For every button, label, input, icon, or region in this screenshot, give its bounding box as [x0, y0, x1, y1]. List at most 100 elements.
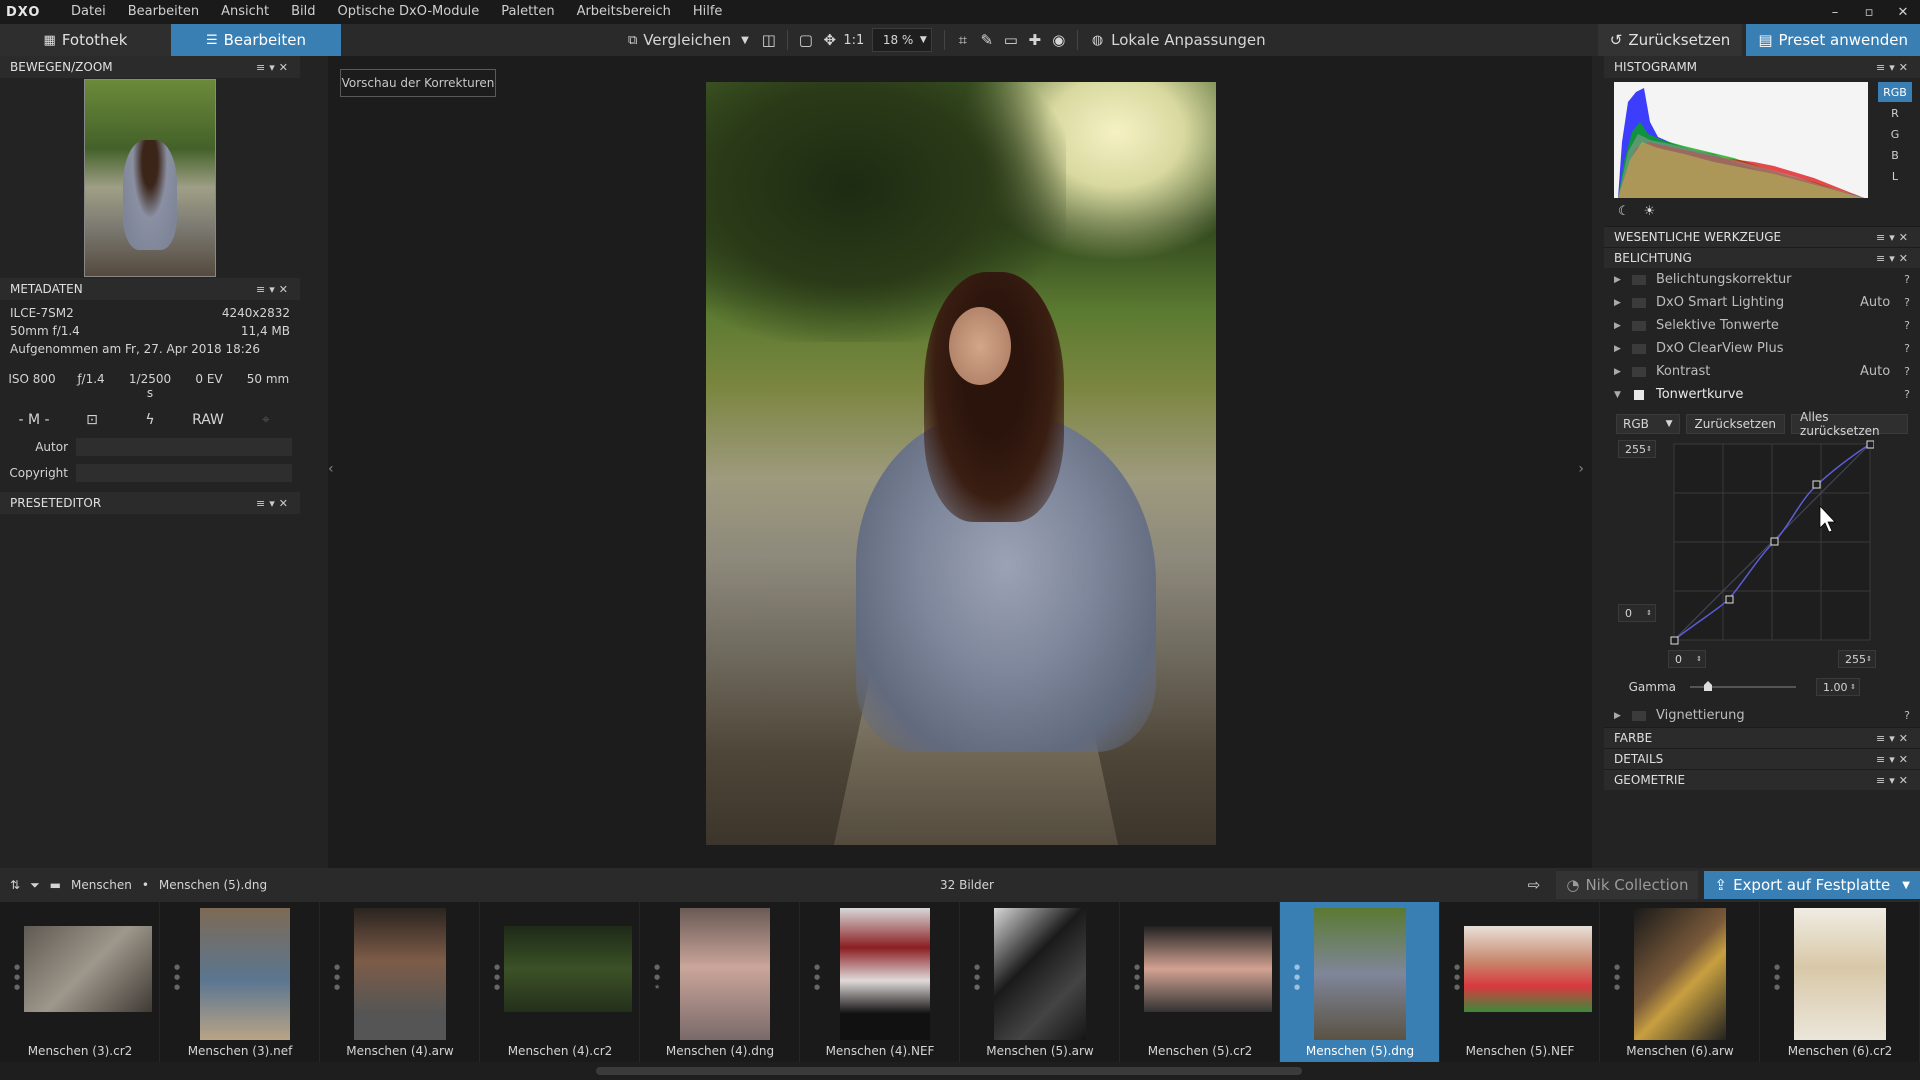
split-view-icon[interactable]: ◫	[757, 24, 781, 56]
tool-contrast[interactable]: ▶ Kontrast Auto ?	[1604, 360, 1920, 383]
channel-select[interactable]: RGB ▼	[1616, 414, 1680, 434]
panel-menu-icon[interactable]: ≡▾✕	[256, 283, 292, 296]
menu-arbeitsbereich[interactable]: Arbeitsbereich	[566, 0, 682, 24]
exposure-header[interactable]: BELICHTUNG ≡▾✕	[1604, 247, 1920, 268]
panel-menu-icon[interactable]: ≡▾✕	[1876, 774, 1912, 787]
export-button[interactable]: ⇪ Export auf Festplatte ▼	[1704, 871, 1920, 899]
curve-reset-all-button[interactable]: Alles zurücksetzen	[1791, 410, 1908, 438]
film-item[interactable]: ● ● ● Menschen (3).cr2	[0, 902, 160, 1062]
channel-r[interactable]: R	[1878, 103, 1912, 123]
scrollbar-thumb[interactable]	[596, 1067, 1302, 1075]
rating-dots[interactable]: ● ● ●	[1134, 962, 1140, 992]
menu-datei[interactable]: Datei	[60, 0, 117, 24]
expand-icon[interactable]: ▶	[1614, 344, 1628, 354]
expand-icon[interactable]: ▶	[1614, 321, 1628, 331]
panel-menu-icon[interactable]: ≡▾✕	[1876, 252, 1912, 265]
channel-b[interactable]: B	[1878, 145, 1912, 165]
help-icon[interactable]: ?	[1904, 319, 1910, 332]
filmstrip-scrollbar[interactable]	[0, 1062, 1920, 1080]
slider-knob[interactable]	[1704, 681, 1712, 691]
zoom-select[interactable]: 18 % ▼	[871, 28, 932, 52]
film-item[interactable]: ● ● ● Menschen (3).nef	[160, 902, 320, 1062]
channel-g[interactable]: G	[1878, 124, 1912, 144]
film-item[interactable]: ● ● ● Menschen (4).cr2	[480, 902, 640, 1062]
collapse-icon[interactable]: ▼	[1614, 390, 1628, 400]
expand-icon[interactable]: ▶	[1614, 711, 1628, 721]
output-min-spinner[interactable]: 0 ⇕	[1618, 604, 1656, 622]
panel-menu-icon[interactable]: ≡▾✕	[1876, 231, 1912, 244]
gamma-slider[interactable]	[1690, 681, 1796, 691]
rating-dots[interactable]: ● ● ●	[814, 962, 820, 992]
menu-bild[interactable]: Bild	[280, 0, 326, 24]
tool-tone-curve[interactable]: ▼ Tonwertkurve ?	[1604, 383, 1920, 406]
input-max-spinner[interactable]: 255 ⇕	[1838, 650, 1876, 668]
help-icon[interactable]: ?	[1904, 342, 1910, 355]
nik-collection-button[interactable]: ◔ Nik Collection	[1556, 871, 1699, 899]
fit-screen-icon[interactable]: ▢	[794, 24, 818, 56]
collapse-left-icon[interactable]: ‹	[328, 461, 334, 477]
film-item[interactable]: ● ● ● Menschen (5).NEF	[1440, 902, 1600, 1062]
menu-hilfe[interactable]: Hilfe	[682, 0, 734, 24]
apply-preset-button[interactable]: ▤ Preset anwenden	[1746, 24, 1920, 56]
move-icon[interactable]: ✥	[818, 24, 842, 56]
rating-dots[interactable]: ● ● ●	[334, 962, 340, 992]
tool-exposure-correction[interactable]: ▶ Belichtungskorrektur ?	[1604, 268, 1920, 291]
expand-icon[interactable]: ▶	[1614, 275, 1628, 285]
navigator-thumbnail[interactable]	[84, 79, 216, 277]
menu-optische-module[interactable]: Optische DxO-Module	[327, 0, 491, 24]
panel-menu-icon[interactable]: ≡▾✕	[1876, 732, 1912, 745]
maximize-button[interactable]: ▫	[1852, 5, 1886, 20]
film-item[interactable]: ● ● ● Menschen (4).NEF	[800, 902, 960, 1062]
rating-dots[interactable]: ● ● ●	[494, 962, 500, 992]
open-with-icon[interactable]: ⇨	[1518, 871, 1551, 899]
film-item[interactable]: ● ● ● Menschen (5).cr2	[1120, 902, 1280, 1062]
eyedropper-icon[interactable]: ✎	[975, 24, 999, 56]
local-adjustments-button[interactable]: ◍ Lokale Anpassungen	[1084, 24, 1274, 56]
tool-toggle[interactable]	[1632, 297, 1646, 308]
film-item[interactable]: ● ● ● Menschen (5).arw	[960, 902, 1120, 1062]
tool-toggle[interactable]	[1632, 710, 1646, 721]
filter-icon[interactable]: ⏷	[30, 878, 40, 893]
expand-icon[interactable]: ▶	[1614, 298, 1628, 308]
curve-reset-button[interactable]: Zurücksetzen	[1685, 414, 1786, 434]
tool-toggle[interactable]	[1632, 274, 1646, 285]
film-item[interactable]: ● ● ● Menschen (6).arw	[1600, 902, 1760, 1062]
essential-tools-header[interactable]: WESENTLICHE WERKZEUGE ≡▾✕	[1604, 226, 1920, 247]
color-header[interactable]: FARBE ≡▾✕	[1604, 727, 1920, 748]
film-item-selected[interactable]: ● ● ● Menschen (5).dng	[1280, 902, 1440, 1062]
film-item[interactable]: ● ● ● Menschen (4).arw	[320, 902, 480, 1062]
details-header[interactable]: DETAILS ≡▾✕	[1604, 748, 1920, 769]
chevron-down-icon[interactable]: ▼	[1902, 880, 1910, 891]
author-input[interactable]	[76, 438, 292, 456]
channel-rgb[interactable]: RGB	[1878, 82, 1912, 102]
film-item[interactable]: ● ● ● Menschen (6).cr2	[1760, 902, 1920, 1062]
tool-toggle[interactable]	[1632, 320, 1646, 331]
menu-ansicht[interactable]: Ansicht	[210, 0, 280, 24]
moon-icon[interactable]: ☾	[1618, 204, 1630, 219]
repair-icon[interactable]: ✚	[1023, 24, 1047, 56]
close-window-button[interactable]: ✕	[1886, 5, 1920, 20]
menu-paletten[interactable]: Paletten	[490, 0, 565, 24]
sun-icon[interactable]: ☀	[1644, 204, 1656, 219]
tool-selective-tones[interactable]: ▶ Selektive Tonwerte ?	[1604, 314, 1920, 337]
main-photo[interactable]	[706, 82, 1216, 845]
rating-dots[interactable]: ● ● ●	[174, 962, 180, 992]
tone-curve-graph[interactable]	[1670, 440, 1874, 646]
gamma-spinner[interactable]: 1.00 ⇕	[1816, 678, 1860, 696]
tool-smart-lighting[interactable]: ▶ DxO Smart Lighting Auto ?	[1604, 291, 1920, 314]
tool-clearview[interactable]: ▶ DxO ClearView Plus ?	[1604, 337, 1920, 360]
tab-bearbeiten[interactable]: ☰ Bearbeiten	[171, 24, 341, 56]
reset-button[interactable]: ↺ Zurücksetzen	[1597, 24, 1743, 56]
rating-dots[interactable]: ● ● ●	[1454, 962, 1460, 992]
tool-toggle[interactable]	[1634, 389, 1644, 400]
film-item[interactable]: ● ● ★ Menschen (4).dng	[640, 902, 800, 1062]
compare-button[interactable]: ⧉ Vergleichen ▼	[620, 24, 757, 56]
panel-menu-icon[interactable]: ≡▾✕	[1876, 753, 1912, 766]
panel-menu-icon[interactable]: ≡▾✕	[256, 497, 292, 510]
tool-vignetting[interactable]: ▶ Vignettierung ?	[1604, 704, 1920, 727]
tab-fotothek[interactable]: ▦ Fotothek	[0, 24, 171, 56]
panel-menu-icon[interactable]: ≡▾✕	[256, 61, 292, 74]
collapse-right-icon[interactable]: ›	[1578, 461, 1584, 477]
input-min-spinner[interactable]: 0 ⇕	[1668, 650, 1706, 668]
rating-dots[interactable]: ● ● ●	[14, 962, 20, 992]
